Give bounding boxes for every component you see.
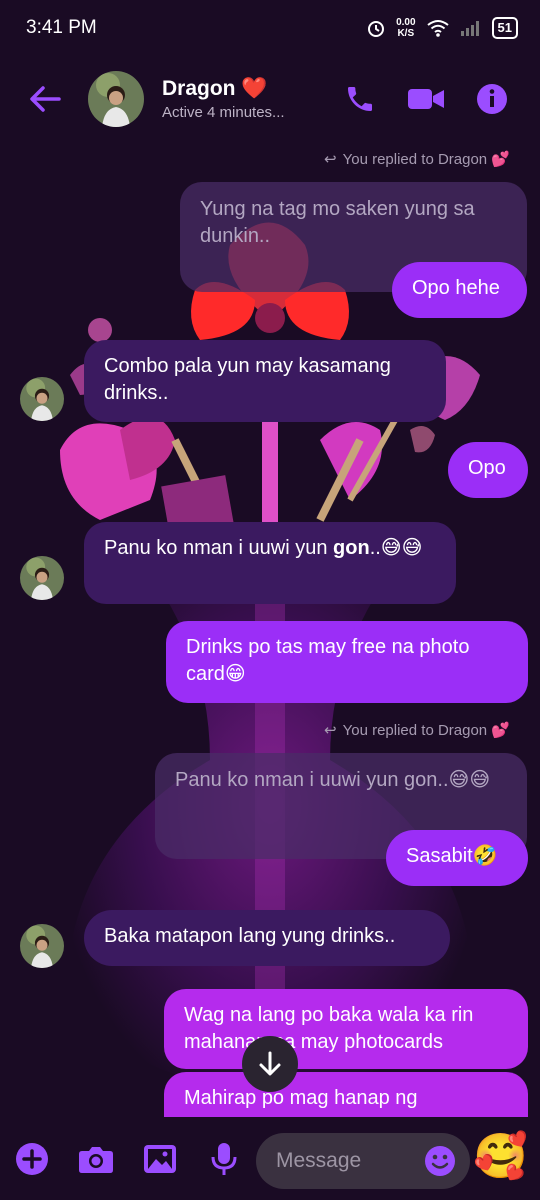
back-button[interactable] [22, 76, 68, 122]
reply-icon: ↩ [324, 151, 337, 168]
chat-header: Dragon ❤️ Active 4 minutes... [0, 56, 540, 142]
image-icon [144, 1145, 176, 1173]
arrow-down-icon [259, 1051, 281, 1076]
status-bar: 3:41 PM 0.00 K/S 51 [0, 0, 540, 56]
voice-message-button[interactable] [204, 1139, 244, 1179]
heart-emoji: ❤️ [241, 77, 268, 100]
message-list[interactable]: ↩ You replied to Dragon 💕 Yung na tag mo… [0, 142, 540, 1117]
video-camera-icon [408, 89, 444, 109]
outgoing-message[interactable]: Opo hehe [392, 262, 527, 318]
outgoing-message[interactable]: Wag na lang po baka wala ka rin mahanap … [164, 989, 528, 1069]
contact-info[interactable]: Dragon ❤️ Active 4 minutes... [162, 77, 340, 121]
contact-avatar[interactable] [88, 71, 144, 127]
microphone-icon [211, 1143, 237, 1175]
sender-avatar[interactable] [20, 924, 64, 968]
plus-icon [16, 1143, 48, 1175]
avatar-image [88, 71, 144, 127]
active-status: Active 4 minutes... [162, 104, 285, 121]
phone-icon [348, 87, 372, 111]
outgoing-message[interactable]: Opo [448, 442, 528, 498]
incoming-message[interactable]: Baka matapon lang yung drinks.. [84, 910, 450, 966]
battery-indicator: 51 [491, 17, 518, 39]
info-icon [477, 84, 507, 114]
reply-indicator: ↩ You replied to Dragon 💕 [324, 722, 510, 739]
incoming-message[interactable]: Combo pala yun may kasamang drinks.. [84, 340, 446, 422]
quick-reaction-button[interactable]: 🥰 [473, 1132, 528, 1182]
network-speed: 0.00 K/S [396, 17, 416, 39]
wifi-icon [426, 20, 449, 37]
avatar-image [20, 556, 64, 600]
contact-name: Dragon ❤️ [162, 77, 268, 100]
avatar-image [20, 377, 64, 421]
emoji-icon[interactable] [424, 1145, 456, 1177]
outgoing-message[interactable]: Sasabit🤣 [386, 830, 528, 886]
sender-avatar[interactable] [20, 377, 64, 421]
message-input[interactable]: Message [256, 1133, 470, 1189]
camera-button[interactable] [76, 1139, 116, 1179]
outgoing-message[interactable]: Mahirap po mag hanap ng [164, 1072, 528, 1117]
status-icons: 0.00 K/S 51 [366, 17, 518, 39]
more-actions-button[interactable] [12, 1139, 52, 1179]
sender-avatar[interactable] [20, 556, 64, 600]
reply-indicator: ↩ You replied to Dragon 💕 [324, 151, 510, 168]
back-arrow-icon [30, 86, 61, 112]
alarm-icon [368, 21, 385, 37]
outgoing-message[interactable]: Drinks po tas may free na photo card😁 [166, 621, 528, 703]
gallery-button[interactable] [140, 1139, 180, 1179]
message-composer: Message 🥰 [0, 1117, 540, 1200]
incoming-message[interactable]: Panu ko nman i uuwi yun gon..😅😅 [84, 522, 456, 604]
reply-icon: ↩ [324, 722, 337, 739]
signal-icon [460, 21, 479, 36]
voice-call-button[interactable] [340, 79, 380, 119]
message-input-placeholder: Message [276, 1149, 362, 1172]
info-button[interactable] [472, 79, 512, 119]
avatar-image [20, 924, 64, 968]
status-time: 3:41 PM [26, 17, 97, 38]
video-call-button[interactable] [406, 79, 446, 119]
camera-icon [79, 1147, 113, 1173]
scroll-to-bottom-button[interactable] [242, 1036, 298, 1092]
